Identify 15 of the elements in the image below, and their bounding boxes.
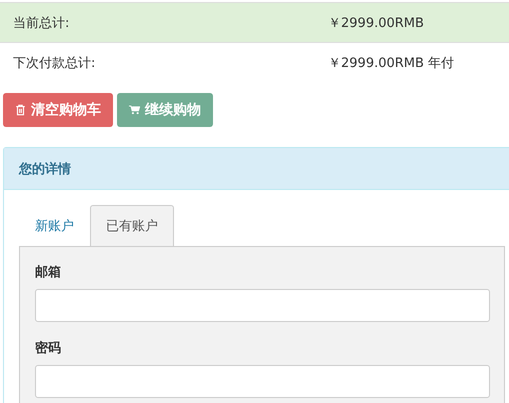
field-label: 密码 [35,340,61,357]
total-label: 当前总计: [12,14,70,32]
panel-title: 您的详情 [19,160,71,178]
input-field[interactable] [35,365,490,398]
field-label: 邮箱 [35,264,61,281]
continue-shopping-button[interactable]: 继续购物 [117,93,213,127]
trash-icon [15,104,26,116]
input-field[interactable] [35,289,490,322]
account-tab[interactable]: 新账户 [19,205,90,246]
cart-icon [129,104,140,116]
empty-cart-button[interactable]: 清空购物车 [3,93,113,127]
total-label: 下次付款总计: [12,54,96,72]
total-value: ￥2999.00RMB [328,14,424,32]
total-value: ￥2999.00RMB 年付 [328,54,454,72]
account-tab[interactable]: 已有账户 [90,205,174,246]
